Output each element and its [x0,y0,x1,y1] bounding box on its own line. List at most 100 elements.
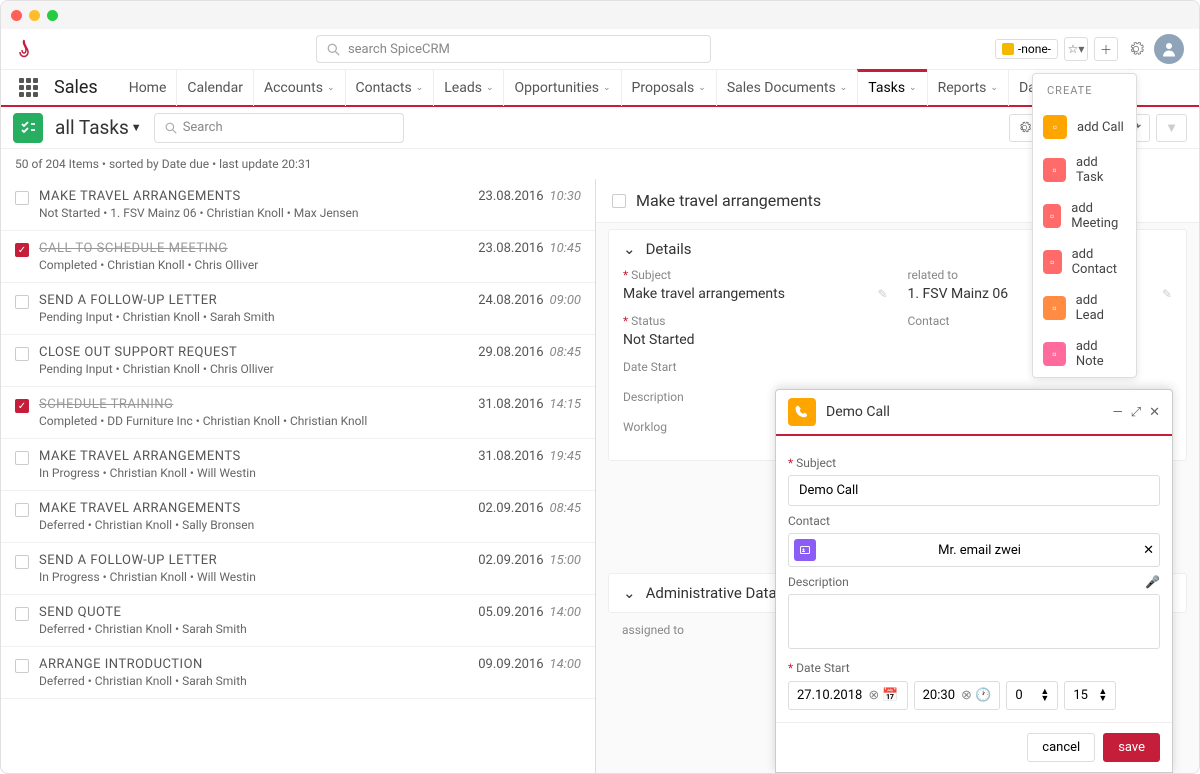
add-button[interactable]: ＋ [1094,37,1118,61]
task-row[interactable]: SEND A FOLLOW-UP LETTERPending Input • C… [1,283,595,335]
task-subtitle: Pending Input • Christian Knoll • Chris … [39,362,468,376]
task-date: 02.09.201615:00 [478,553,581,568]
detail-checkbox[interactable] [612,194,626,208]
task-row[interactable]: CLOSE OUT SUPPORT REQUESTPending Input •… [1,335,595,387]
new-call-modal: Demo Call — ⤢ ✕ * Subject Contact Mr. em… [775,389,1173,773]
task-subtitle: Not Started • 1. FSV Mainz 06 • Christia… [39,206,468,220]
task-row[interactable]: SEND A FOLLOW-UP LETTERIn Progress • Chr… [1,543,595,595]
mic-icon[interactable]: 🎤 [1145,575,1160,589]
remove-icon[interactable]: ✕ [1143,543,1154,558]
task-row[interactable]: ✓ CALL TO SCHEDULE MEETING Completed • Chr… [1,231,595,283]
date-input[interactable]: 27.10.2018⊗ 📅 [788,681,908,710]
task-title: MAKE TRAVEL ARRANGEMENTS [39,449,468,464]
nav-leads[interactable]: Leads⌄ [433,70,503,106]
create-add-lead[interactable]: ▫add Lead [1033,285,1136,331]
task-date: 31.08.201619:45 [478,449,581,464]
create-item-icon: ▫ [1043,250,1062,274]
create-add-meeting[interactable]: ▫add Meeting [1033,193,1136,239]
create-add-note[interactable]: ▫add Note [1033,331,1136,377]
task-list: MAKE TRAVEL ARRANGEMENTS Not Started • 1.… [1,179,596,773]
nav-home[interactable]: Home [119,70,177,106]
task-row[interactable]: ✓ SCHEDULE TRAINING Completed • DD Furnitu… [1,387,595,439]
hours-input[interactable]: 0▲▼ [1006,681,1058,710]
task-subtitle: In Progress • Christian Knoll • Will Wes… [39,466,468,480]
task-date: 23.08.201610:45 [478,241,581,256]
task-checkbox[interactable]: ✓ [15,243,29,257]
topbar: search SpiceCRM -none- ☆▾ ＋ [1,29,1199,69]
create-add-contact[interactable]: ▫add Contact [1033,239,1136,285]
search-placeholder: search SpiceCRM [348,42,450,57]
task-date: 05.09.201614:00 [478,605,581,620]
task-row[interactable]: MAKE TRAVEL ARRANGEMENTS Deferred • Chris… [1,491,595,543]
filter-button[interactable]: ▼ [1156,114,1187,142]
list-search[interactable]: Search [154,113,404,143]
create-item-icon: ▫ [1043,296,1066,320]
global-search[interactable]: search SpiceCRM [316,35,711,63]
task-date: 24.08.201609:00 [478,293,581,308]
task-subtitle: Deferred • Christian Knoll • Sally Brons… [39,518,468,532]
nav-reports[interactable]: Reports⌄ [927,70,1008,106]
task-title: CALL TO SCHEDULE MEETING [39,241,468,256]
task-row[interactable]: MAKE TRAVEL ARRANGEMENTS In Progress • Ch… [1,439,595,491]
task-checkbox[interactable] [15,659,29,673]
min-dot[interactable] [29,10,40,21]
task-title: SEND QUOTE [39,605,468,620]
nav-proposals[interactable]: Proposals⌄ [621,70,716,106]
close-dot[interactable] [11,10,22,21]
minimize-icon[interactable]: — [1113,405,1123,420]
task-row[interactable]: SEND QUOTE Deferred • Christian Knoll • S… [1,595,595,647]
detail-title: Make travel arrangements [636,191,821,210]
task-checkbox[interactable] [15,503,29,517]
time-input[interactable]: 20:30⊗ 🕐 [914,681,1001,710]
nav-contacts[interactable]: Contacts⌄ [345,70,434,106]
task-checkbox[interactable] [15,295,29,309]
status-field[interactable]: Not Started [623,332,888,348]
task-subtitle: Completed • DD Furniture Inc • Christian… [39,414,468,428]
task-row[interactable]: MAKE TRAVEL ARRANGEMENTSNot Started • 1.… [1,179,595,231]
create-item-icon: ▫ [1043,158,1066,182]
cancel-button[interactable]: cancel [1027,733,1095,762]
contact-chip[interactable]: Mr. email zwei ✕ [788,533,1160,567]
modal-title: Demo Call [826,404,1103,420]
task-checkbox[interactable]: ✓ [15,399,29,413]
nav-accounts[interactable]: Accounts⌄ [253,70,345,106]
create-add-task[interactable]: ▫add Task [1033,147,1136,193]
expand-icon[interactable]: ⤢ [1131,405,1141,420]
call-icon [788,398,816,426]
task-title: MAKE TRAVEL ARRANGEMENTS [39,501,468,516]
list-title[interactable]: all Tasks▼ [55,116,142,139]
nav-calendar[interactable]: Calendar [176,70,253,106]
create-item-icon: ▫ [1043,342,1066,366]
task-subtitle: Deferred • Christian Knoll • Sarah Smith [39,622,468,636]
create-header: CREATE [1033,74,1136,107]
task-checkbox[interactable] [15,191,29,205]
max-dot[interactable] [47,10,58,21]
task-title: SCHEDULE TRAINING [39,397,468,412]
subject-field[interactable]: Make travel arrangements✎ [623,286,888,302]
create-add-call[interactable]: ▫add Call [1033,107,1136,147]
task-checkbox[interactable] [15,555,29,569]
create-menu: CREATE ▫add Call▫add Task▫add Meeting▫ad… [1032,73,1137,378]
apps-icon[interactable] [19,78,38,97]
task-checkbox[interactable] [15,451,29,465]
nav-sales-documents[interactable]: Sales Documents⌄ [716,70,857,106]
titlebar [1,1,1199,29]
close-icon[interactable]: ✕ [1149,405,1160,420]
save-button[interactable]: save [1103,733,1160,762]
task-row[interactable]: ARRANGE INTRODUCTIONDeferred • Christian… [1,647,595,699]
task-checkbox[interactable] [15,607,29,621]
nav-opportunities[interactable]: Opportunities⌄ [503,70,620,106]
gear-icon[interactable] [1124,37,1148,61]
description-input[interactable] [788,594,1160,649]
minutes-input[interactable]: 15▲▼ [1064,681,1116,710]
task-checkbox[interactable] [15,347,29,361]
scope-tag[interactable]: -none- [995,39,1058,59]
logo-icon [16,38,32,60]
favorite-dropdown[interactable]: ☆▾ [1064,37,1088,61]
subject-input[interactable] [788,475,1160,506]
avatar[interactable] [1154,34,1184,64]
nav-title: Sales [54,77,98,98]
nav-tasks[interactable]: Tasks⌄ [857,69,926,105]
task-date: 29.08.201608:45 [478,345,581,360]
task-subtitle: Completed • Christian Knoll • Chris Olli… [39,258,468,272]
